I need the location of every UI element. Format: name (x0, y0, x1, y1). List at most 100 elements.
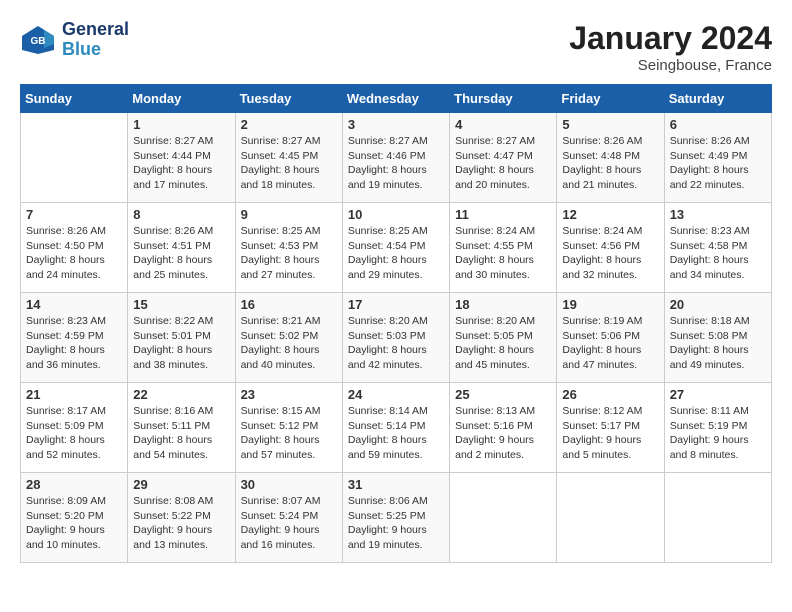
calendar-cell: 23 Sunrise: 8:15 AM Sunset: 5:12 PM Dayli… (235, 383, 342, 473)
calendar-cell: 6 Sunrise: 8:26 AM Sunset: 4:49 PM Daylig… (664, 113, 771, 203)
day-number: 7 (26, 207, 122, 222)
calendar-cell: 1 Sunrise: 8:27 AM Sunset: 4:44 PM Daylig… (128, 113, 235, 203)
page-header: GB General Blue January 2024 Seingbouse,… (20, 20, 772, 74)
day-number: 21 (26, 387, 122, 402)
day-info: Sunrise: 8:26 AM Sunset: 4:51 PM Dayligh… (133, 224, 229, 283)
day-info: Sunrise: 8:07 AM Sunset: 5:24 PM Dayligh… (241, 494, 337, 553)
day-number: 20 (670, 297, 766, 312)
day-number: 11 (455, 207, 551, 222)
calendar-cell: 18 Sunrise: 8:20 AM Sunset: 5:05 PM Dayli… (450, 293, 557, 383)
calendar-cell: 19Sunrise: 8:19 AM Sunset: 5:06 PM Dayli… (557, 293, 664, 383)
day-number: 4 (455, 117, 551, 132)
day-number: 28 (26, 477, 122, 492)
weekday-header-saturday: Saturday (664, 85, 771, 113)
day-number: 2 (241, 117, 337, 132)
location: Seingbouse, France (569, 57, 772, 74)
day-number: 17 (348, 297, 444, 312)
weekday-header-row: SundayMondayTuesdayWednesdayThursdayFrid… (21, 85, 772, 113)
day-number: 19 (562, 297, 658, 312)
day-number: 13 (670, 207, 766, 222)
day-number: 18 (455, 297, 551, 312)
day-info: Sunrise: 8:20 AM Sunset: 5:03 PM Dayligh… (348, 314, 444, 373)
calendar-cell: 29Sunrise: 8:08 AM Sunset: 5:22 PM Dayli… (128, 473, 235, 563)
day-info: Sunrise: 8:27 AM Sunset: 4:47 PM Dayligh… (455, 134, 551, 193)
day-info: Sunrise: 8:16 AM Sunset: 5:11 PM Dayligh… (133, 404, 229, 463)
svg-text:GB: GB (31, 36, 46, 47)
day-number: 3 (348, 117, 444, 132)
calendar-table: SundayMondayTuesdayWednesdayThursdayFrid… (20, 84, 772, 563)
weekday-header-friday: Friday (557, 85, 664, 113)
day-number: 31 (348, 477, 444, 492)
day-number: 1 (133, 117, 229, 132)
calendar-week-1: 1 Sunrise: 8:27 AM Sunset: 4:44 PM Daylig… (21, 113, 772, 203)
logo-blue: Blue (62, 40, 129, 60)
calendar-cell: 30Sunrise: 8:07 AM Sunset: 5:24 PM Dayli… (235, 473, 342, 563)
calendar-cell (664, 473, 771, 563)
calendar-cell: 26Sunrise: 8:12 AM Sunset: 5:17 PM Dayli… (557, 383, 664, 473)
day-number: 23 (241, 387, 337, 402)
day-info: Sunrise: 8:26 AM Sunset: 4:48 PM Dayligh… (562, 134, 658, 193)
title-block: January 2024 Seingbouse, France (569, 20, 772, 74)
logo: GB General Blue (20, 20, 129, 60)
calendar-cell (450, 473, 557, 563)
day-info: Sunrise: 8:20 AM Sunset: 5:05 PM Dayligh… (455, 314, 551, 373)
weekday-header-wednesday: Wednesday (342, 85, 449, 113)
day-number: 6 (670, 117, 766, 132)
calendar-cell: 16Sunrise: 8:21 AM Sunset: 5:02 PM Dayli… (235, 293, 342, 383)
day-number: 25 (455, 387, 551, 402)
calendar-cell: 14 Sunrise: 8:23 AM Sunset: 4:59 PM Dayli… (21, 293, 128, 383)
day-info: Sunrise: 8:15 AM Sunset: 5:12 PM Dayligh… (241, 404, 337, 463)
calendar-body: 1 Sunrise: 8:27 AM Sunset: 4:44 PM Daylig… (21, 113, 772, 563)
day-info: Sunrise: 8:18 AM Sunset: 5:08 PM Dayligh… (670, 314, 766, 373)
day-number: 15 (133, 297, 229, 312)
day-info: Sunrise: 8:13 AM Sunset: 5:16 PM Dayligh… (455, 404, 551, 463)
day-number: 9 (241, 207, 337, 222)
calendar-cell (21, 113, 128, 203)
calendar-cell: 10 Sunrise: 8:25 AM Sunset: 4:54 PM Dayli… (342, 203, 449, 293)
calendar-cell: 2 Sunrise: 8:27 AM Sunset: 4:45 PM Daylig… (235, 113, 342, 203)
calendar-week-2: 7 Sunrise: 8:26 AM Sunset: 4:50 PM Daylig… (21, 203, 772, 293)
calendar-week-4: 21Sunrise: 8:17 AM Sunset: 5:09 PM Dayli… (21, 383, 772, 473)
day-number: 29 (133, 477, 229, 492)
day-info: Sunrise: 8:25 AM Sunset: 4:53 PM Dayligh… (241, 224, 337, 283)
calendar-cell: 17 Sunrise: 8:20 AM Sunset: 5:03 PM Dayli… (342, 293, 449, 383)
day-number: 16 (241, 297, 337, 312)
day-number: 14 (26, 297, 122, 312)
calendar-cell: 22 Sunrise: 8:16 AM Sunset: 5:11 PM Dayli… (128, 383, 235, 473)
weekday-header-tuesday: Tuesday (235, 85, 342, 113)
day-info: Sunrise: 8:14 AM Sunset: 5:14 PM Dayligh… (348, 404, 444, 463)
day-number: 22 (133, 387, 229, 402)
calendar-cell: 4 Sunrise: 8:27 AM Sunset: 4:47 PM Daylig… (450, 113, 557, 203)
day-number: 10 (348, 207, 444, 222)
calendar-cell: 24Sunrise: 8:14 AM Sunset: 5:14 PM Dayli… (342, 383, 449, 473)
calendar-cell: 9 Sunrise: 8:25 AM Sunset: 4:53 PM Daylig… (235, 203, 342, 293)
day-number: 27 (670, 387, 766, 402)
calendar-cell: 25 Sunrise: 8:13 AM Sunset: 5:16 PM Dayli… (450, 383, 557, 473)
day-info: Sunrise: 8:25 AM Sunset: 4:54 PM Dayligh… (348, 224, 444, 283)
calendar-cell: 13 Sunrise: 8:23 AM Sunset: 4:58 PM Dayli… (664, 203, 771, 293)
month-title: January 2024 (569, 20, 772, 57)
calendar-cell: 8Sunrise: 8:26 AM Sunset: 4:51 PM Daylig… (128, 203, 235, 293)
calendar-week-3: 14 Sunrise: 8:23 AM Sunset: 4:59 PM Dayli… (21, 293, 772, 383)
day-info: Sunrise: 8:26 AM Sunset: 4:50 PM Dayligh… (26, 224, 122, 283)
calendar-cell: 15 Sunrise: 8:22 AM Sunset: 5:01 PM Dayli… (128, 293, 235, 383)
day-info: Sunrise: 8:27 AM Sunset: 4:45 PM Dayligh… (241, 134, 337, 193)
calendar-cell (557, 473, 664, 563)
day-info: Sunrise: 8:23 AM Sunset: 4:59 PM Dayligh… (26, 314, 122, 373)
calendar-cell: 11Sunrise: 8:24 AM Sunset: 4:55 PM Dayli… (450, 203, 557, 293)
logo-general: General (62, 20, 129, 40)
day-info: Sunrise: 8:27 AM Sunset: 4:46 PM Dayligh… (348, 134, 444, 193)
logo-icon: GB (20, 22, 56, 58)
day-info: Sunrise: 8:27 AM Sunset: 4:44 PM Dayligh… (133, 134, 229, 193)
calendar-cell: 7 Sunrise: 8:26 AM Sunset: 4:50 PM Daylig… (21, 203, 128, 293)
day-info: Sunrise: 8:24 AM Sunset: 4:56 PM Dayligh… (562, 224, 658, 283)
calendar-cell: 12Sunrise: 8:24 AM Sunset: 4:56 PM Dayli… (557, 203, 664, 293)
calendar-cell: 5Sunrise: 8:26 AM Sunset: 4:48 PM Daylig… (557, 113, 664, 203)
day-info: Sunrise: 8:26 AM Sunset: 4:49 PM Dayligh… (670, 134, 766, 193)
calendar-week-5: 28Sunrise: 8:09 AM Sunset: 5:20 PM Dayli… (21, 473, 772, 563)
day-info: Sunrise: 8:11 AM Sunset: 5:19 PM Dayligh… (670, 404, 766, 463)
day-info: Sunrise: 8:23 AM Sunset: 4:58 PM Dayligh… (670, 224, 766, 283)
calendar-cell: 31Sunrise: 8:06 AM Sunset: 5:25 PM Dayli… (342, 473, 449, 563)
weekday-header-sunday: Sunday (21, 85, 128, 113)
day-info: Sunrise: 8:22 AM Sunset: 5:01 PM Dayligh… (133, 314, 229, 373)
